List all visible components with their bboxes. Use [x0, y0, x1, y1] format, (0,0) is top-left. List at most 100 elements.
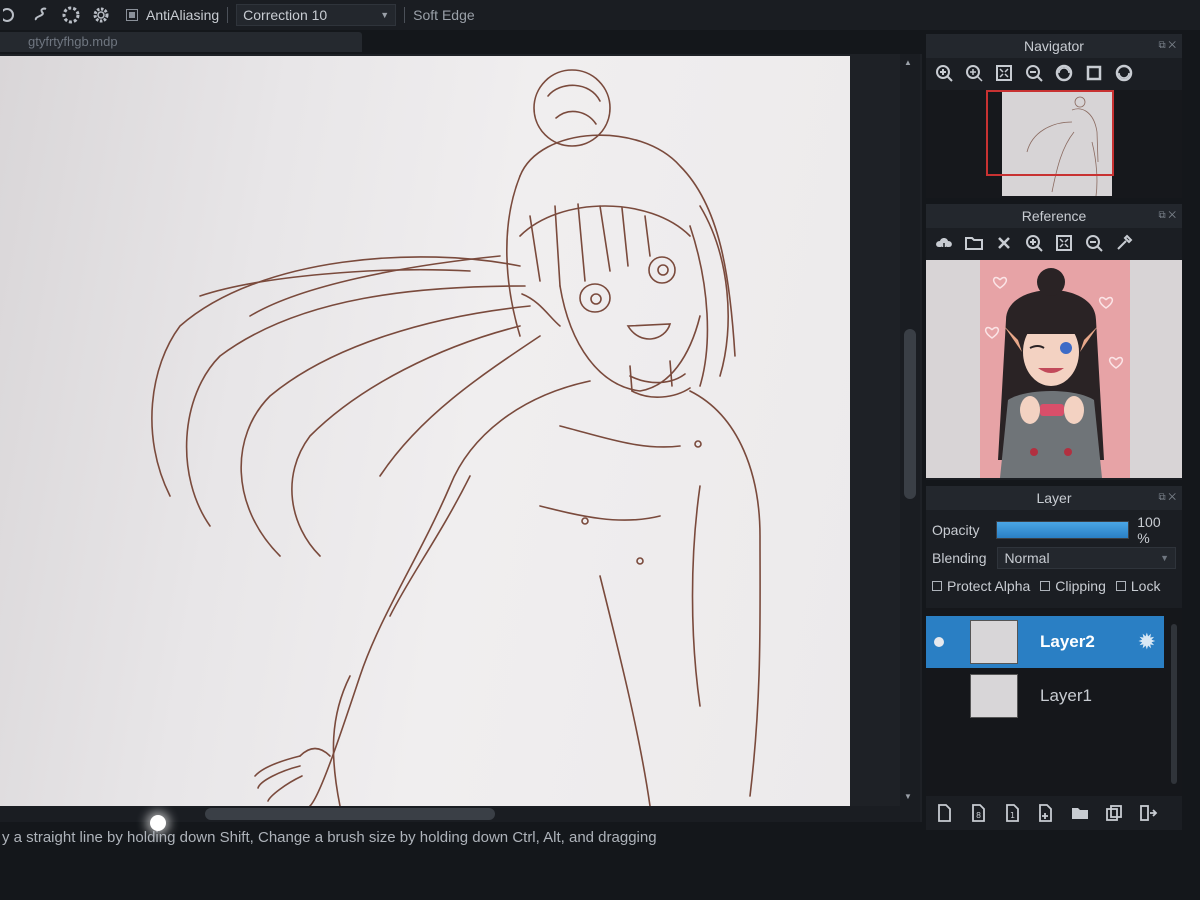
fit-icon[interactable] [1052, 231, 1076, 255]
lock-label: Lock [1130, 578, 1161, 594]
fullscreen-icon[interactable] [1082, 61, 1106, 85]
eyedropper-icon[interactable] [1112, 231, 1136, 255]
layer-name: Layer1 [1040, 686, 1092, 705]
fit-icon[interactable] [992, 61, 1016, 85]
document-tab[interactable]: gtyfrtyfhgb.mdp [0, 32, 362, 52]
scroll-down-icon[interactable]: ▼ [904, 792, 912, 801]
brush-toolbar: AntiAliasing Correction 10 ▼ Soft Edge [0, 0, 1200, 30]
blending-label: Blending [932, 550, 987, 566]
layer-row-layer2[interactable]: Layer2 ✹ [926, 616, 1164, 668]
reference-toolbar [926, 228, 1182, 258]
clipping-label: Clipping [1055, 578, 1106, 594]
detach-icon[interactable]: ⧉ ✕ [1158, 204, 1176, 228]
navigator-panel: Navigator ⧉ ✕ [926, 34, 1182, 198]
circle-tool-icon[interactable] [0, 4, 22, 26]
opacity-value: 100 % [1137, 514, 1161, 546]
navigator-header: Navigator ⧉ ✕ [926, 34, 1182, 58]
scroll-up-icon[interactable]: ▲ [904, 58, 912, 67]
vertical-scroll-thumb[interactable] [904, 329, 916, 499]
dotted-circle-icon[interactable] [60, 4, 82, 26]
layer-title: Layer [1036, 490, 1072, 506]
navigator-preview[interactable] [926, 90, 1182, 198]
layer-list: Layer2 ✹ Layer1 [926, 608, 1182, 796]
checkbox-box [1040, 581, 1051, 591]
toolbar-divider [404, 7, 406, 23]
visibility-toggle[interactable] [926, 637, 952, 647]
new-layer-icon[interactable] [932, 801, 956, 825]
layer-properties: Opacity 100 % Blending Normal ▼ Protect … [926, 510, 1182, 606]
blending-row: Blending Normal ▼ [932, 544, 1176, 572]
sketch-artwork [151, 69, 761, 806]
layer-row-layer1[interactable]: Layer1 [926, 670, 1164, 722]
reference-title: Reference [1021, 208, 1087, 224]
navigator-view-frame[interactable] [986, 90, 1114, 176]
visible-dot-icon [934, 637, 944, 647]
layer-toolbar: 8 1 [926, 796, 1182, 830]
curve-tool-icon[interactable] [30, 4, 52, 26]
clipping-checkbox[interactable]: Clipping [1040, 578, 1106, 594]
navigator-title: Navigator [1024, 38, 1084, 54]
layer-list-scrollbar[interactable] [1168, 612, 1180, 792]
correction-label: Correction [243, 7, 308, 23]
app-window: AntiAliasing Correction 10 ▼ Soft Edge g… [0, 0, 1200, 900]
status-hint: y a straight line by holding down Shift,… [2, 829, 657, 846]
correction-select[interactable]: Correction 10 ▼ [236, 4, 397, 26]
layer-name: Layer2 [1040, 632, 1095, 651]
detach-icon[interactable]: ⧉ ✕ [1158, 486, 1176, 510]
zoom-out-icon[interactable] [1082, 231, 1106, 255]
layer-thumbnail [970, 620, 1018, 664]
opacity-slider-fill [997, 522, 1129, 538]
drawing-canvas[interactable] [0, 56, 850, 806]
protect-alpha-checkbox[interactable]: Protect Alpha [932, 578, 1030, 594]
antialiasing-label: AntiAliasing [146, 7, 220, 23]
navigator-toolbar [926, 58, 1182, 88]
layer-thumbnail [970, 674, 1018, 718]
reference-panel: Reference ⧉ ✕ [926, 204, 1182, 480]
close-icon[interactable] [992, 231, 1016, 255]
soft-edge-label[interactable]: Soft Edge [413, 7, 475, 23]
cloud-icon[interactable] [932, 231, 956, 255]
new-8bit-layer-icon[interactable]: 8 [966, 801, 990, 825]
chevron-down-icon: ▼ [380, 10, 390, 20]
detach-icon[interactable]: ⧉ ✕ [1158, 34, 1176, 58]
zoom-in-icon[interactable] [1022, 231, 1046, 255]
zoom-in-small-icon[interactable] [962, 61, 986, 85]
svg-text:8: 8 [976, 811, 981, 820]
zoom-in-icon[interactable] [932, 61, 956, 85]
zoom-out-icon[interactable] [1022, 61, 1046, 85]
opacity-label: Opacity [932, 522, 980, 538]
new-1bit-layer-icon[interactable]: 1 [1000, 801, 1024, 825]
duplicate-layer-icon[interactable] [1102, 801, 1126, 825]
toolbar-divider [227, 7, 229, 23]
layer-scroll-thumb[interactable] [1171, 624, 1177, 784]
horizontal-scroll-thumb[interactable] [205, 808, 495, 820]
rotate-right-icon[interactable] [1112, 61, 1136, 85]
gear-icon[interactable] [90, 4, 112, 26]
correction-value: 10 [311, 7, 328, 23]
folder-open-icon[interactable] [962, 231, 986, 255]
opacity-slider[interactable] [996, 521, 1130, 539]
blending-value: Normal [1004, 550, 1050, 566]
checkbox-box [932, 581, 942, 591]
layer-header: Layer ⧉ ✕ [926, 486, 1182, 510]
reference-image[interactable] [926, 260, 1182, 478]
folder-icon[interactable] [1068, 801, 1092, 825]
protect-alpha-label: Protect Alpha [947, 578, 1031, 594]
canvas-horizontal-scrollbar[interactable] [0, 806, 900, 822]
chevron-down-icon: ▼ [1160, 553, 1169, 563]
opacity-row: Opacity 100 % [932, 514, 1176, 546]
canvas-vertical-scrollbar[interactable]: ▲ ▼ [900, 54, 920, 822]
layer-panel: Layer ⧉ ✕ Opacity 100 % Blending Normal … [926, 486, 1182, 830]
reference-illustration [926, 260, 1182, 478]
layer-options: Protect Alpha Clipping Lock [932, 572, 1176, 600]
gear-icon[interactable]: ✹ [1138, 629, 1156, 655]
lock-checkbox[interactable]: Lock [1115, 578, 1161, 594]
svg-text:1: 1 [1010, 811, 1015, 820]
merge-layer-icon[interactable] [1136, 801, 1160, 825]
rotate-left-icon[interactable] [1052, 61, 1076, 85]
add-layer-menu-icon[interactable] [1034, 801, 1058, 825]
blending-select[interactable]: Normal ▼ [997, 547, 1176, 569]
reference-header: Reference ⧉ ✕ [926, 204, 1182, 228]
antialiasing-checkbox[interactable] [126, 9, 138, 21]
canvas-area: ▲ ▼ [0, 54, 922, 822]
